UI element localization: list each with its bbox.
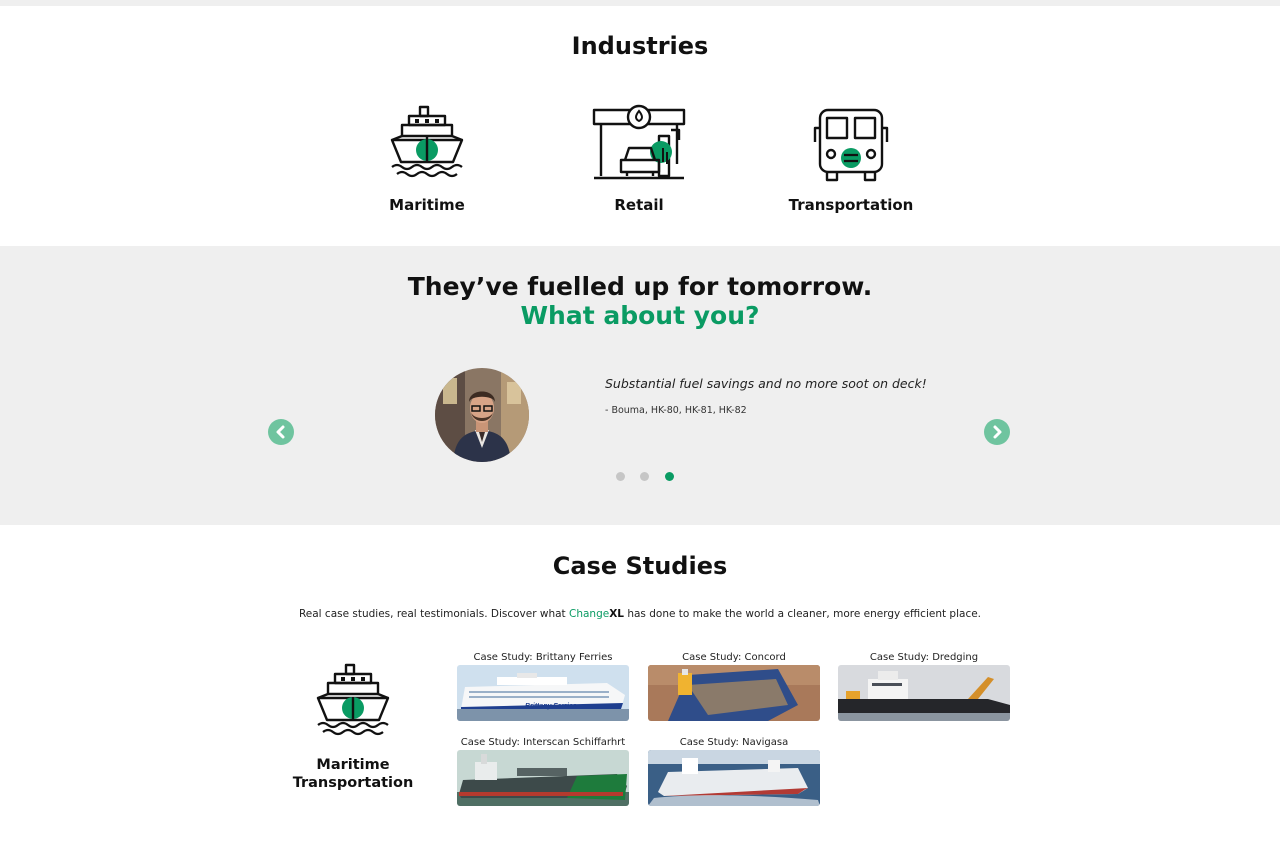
bus-icon (813, 108, 889, 182)
case-study-card-brittany-ferries[interactable]: Case Study: Brittany Ferries Brittany Fe… (457, 651, 629, 721)
case-study-image: Brittany Ferries (457, 665, 629, 721)
person-photo (435, 368, 529, 462)
testimonial-headline: They’ve fuelled up for tomorrow. (407, 272, 873, 301)
case-study-title: Case Study: Concord (682, 652, 786, 663)
chevron-right-icon (993, 425, 1002, 439)
testimonial-avatar (435, 368, 529, 462)
case-study-title: Case Study: Dredging (869, 652, 979, 663)
industry-label: Retail (614, 196, 664, 214)
top-strip (0, 0, 1280, 6)
case-study-title: Case Study: Brittany Ferries (473, 652, 613, 663)
ferry-hull-text: Brittany Ferries (525, 703, 577, 710)
industries-title: Industries (571, 32, 709, 60)
testimonial-author: - Bouma, HK-80, HK-81, HK-82 (605, 405, 747, 416)
category-label-line1: Maritime (316, 757, 390, 773)
category-label-line2: Transportation (292, 775, 414, 791)
industry-retail[interactable]: Retail (559, 100, 719, 214)
testimonial-subheadline: What about you? (520, 301, 760, 330)
fuel-station-icon (592, 104, 686, 180)
industry-label: Maritime (389, 196, 465, 214)
carousel-dot-1[interactable] (616, 472, 625, 481)
ship-icon (390, 105, 464, 178)
case-studies-title: Case Studies (552, 552, 728, 580)
carousel-next-button[interactable] (984, 419, 1010, 445)
case-studies-description: Real case studies, real testimonials. Di… (0, 608, 1280, 620)
industry-transportation[interactable]: Transportation (771, 100, 931, 214)
case-study-title: Case Study: Interscan Schiffarhrt (460, 737, 626, 748)
description-text: has done to make the world a cleaner, mo… (624, 608, 982, 620)
industry-label: Transportation (788, 196, 914, 214)
industry-maritime[interactable]: Maritime (347, 100, 507, 214)
brand-change: Change (569, 608, 610, 620)
carousel-dot-3[interactable] (665, 472, 674, 481)
case-study-card-concord[interactable]: Case Study: Concord (648, 651, 820, 721)
carousel-dot-2[interactable] (640, 472, 649, 481)
case-study-image (838, 665, 1010, 721)
case-study-card-interscan[interactable]: Case Study: Interscan Schiffarhrt (457, 736, 629, 806)
ship-icon (316, 663, 390, 736)
case-study-card-navigasa[interactable]: Case Study: Navigasa (648, 736, 820, 806)
testimonial-quote: Substantial fuel savings and no more soo… (605, 376, 927, 391)
case-study-image (648, 665, 820, 721)
case-study-title: Case Study: Navigasa (679, 737, 789, 748)
case-study-image (457, 750, 629, 806)
carousel-prev-button[interactable] (268, 419, 294, 445)
testimonial-section: They’ve fuelled up for tomorrow. What ab… (0, 246, 1280, 525)
case-category-maritime[interactable]: Maritime Transportation (273, 660, 433, 792)
case-study-card-dredging[interactable]: Case Study: Dredging (838, 651, 1010, 721)
case-study-image (648, 750, 820, 806)
category-label: Maritime Transportation (273, 756, 433, 792)
chevron-left-icon (276, 425, 285, 439)
description-text: Real case studies, real testimonials. Di… (298, 608, 569, 620)
brand-xl: XL (609, 608, 624, 620)
